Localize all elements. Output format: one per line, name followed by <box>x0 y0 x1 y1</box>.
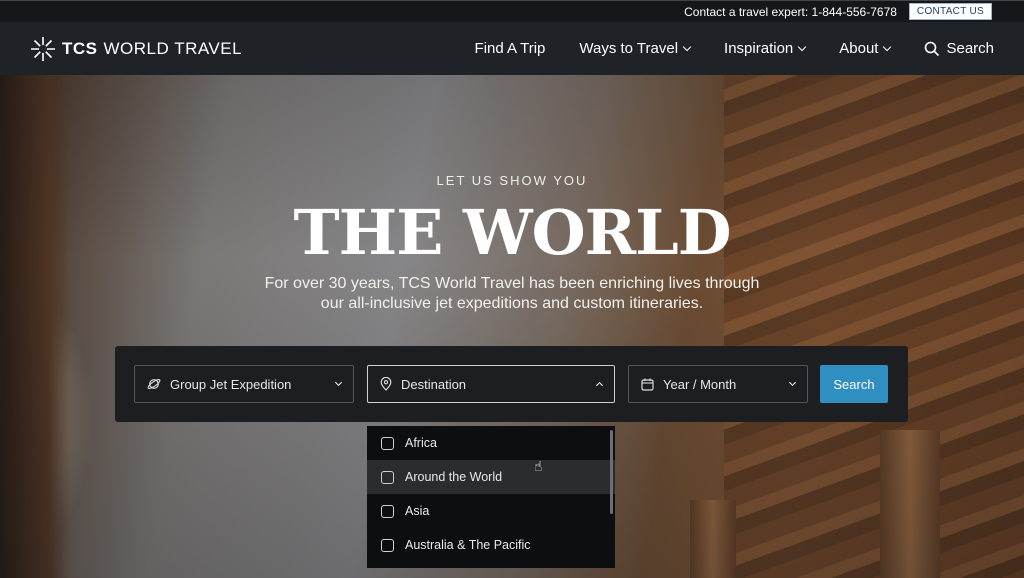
chevron-down-icon <box>883 42 892 52</box>
hero-headline: THE WORLD <box>293 196 731 269</box>
nav-item-find-a-trip[interactable]: Find A Trip <box>475 40 546 57</box>
trip-type-select[interactable]: Group Jet Expedition <box>134 365 354 403</box>
nav-item-ways-to-travel[interactable]: Ways to Travel <box>579 40 692 57</box>
nav-search-button[interactable]: Search <box>924 40 994 57</box>
option-label: Australia & The Pacific <box>405 538 531 552</box>
destination-option-africa[interactable]: Africa <box>367 426 615 460</box>
planet-icon <box>147 379 161 389</box>
nav-item-inspiration[interactable]: Inspiration <box>724 40 807 57</box>
destination-option-australia-pacific[interactable]: Australia & The Pacific <box>367 528 615 562</box>
nav-item-label: About <box>839 40 879 57</box>
chevron-down-icon <box>682 42 692 52</box>
nav-search-label: Search <box>946 40 994 57</box>
destination-select[interactable]: Destination <box>367 365 615 403</box>
logo-brand-strong: TCS <box>62 38 98 58</box>
chevron-up-icon <box>595 381 604 390</box>
option-label: Africa <box>405 436 437 450</box>
hand-cursor-icon: ☝ <box>534 458 543 474</box>
checkbox[interactable] <box>381 538 394 552</box>
checkbox[interactable] <box>381 504 394 518</box>
hero-eyebrow: LET US SHOW YOU <box>436 173 588 188</box>
date-value: Year / Month <box>663 376 737 392</box>
chevron-down-icon <box>788 378 797 387</box>
search-icon <box>925 41 940 56</box>
starburst-logo-icon <box>31 36 55 61</box>
site-logo[interactable]: TCS WORLD TRAVEL <box>30 36 242 62</box>
checkbox[interactable] <box>381 436 394 450</box>
date-select[interactable]: Year / Month <box>628 365 808 403</box>
contact-phone-text[interactable]: Contact a travel expert: 1-844-556-7678 <box>684 5 897 19</box>
nav-item-label: Ways to Travel <box>579 40 679 57</box>
chevron-down-icon <box>798 42 807 52</box>
trip-search-panel: Group Jet Expedition Destination Year / … <box>115 346 908 422</box>
map-pin-icon <box>380 377 392 391</box>
contact-bar: Contact a travel expert: 1-844-556-7678 … <box>0 0 1024 22</box>
chevron-down-icon <box>334 378 343 387</box>
nav-item-about[interactable]: About <box>839 40 892 57</box>
nav-item-label: Inspiration <box>724 40 794 57</box>
destination-option-asia[interactable]: Asia <box>367 494 615 528</box>
destination-option-around-the-world[interactable]: Around the World <box>367 460 615 494</box>
hero-subtext: For over 30 years, TCS World Travel has … <box>264 275 760 312</box>
option-label: Asia <box>405 504 430 518</box>
nav-links: Find A Trip Ways to Travel Inspiration A… <box>475 40 994 57</box>
trip-search-button[interactable]: Search <box>820 365 888 403</box>
nav-item-label: Find A Trip <box>474 40 546 57</box>
main-navigation: TCS WORLD TRAVEL Find A Trip Ways to Tra… <box>0 22 1024 75</box>
dropdown-scrollbar[interactable] <box>610 430 613 514</box>
destination-dropdown: Africa Around the World Asia Australia &… <box>367 426 615 568</box>
trip-type-value: Group Jet Expedition <box>170 376 292 392</box>
destination-placeholder: Destination <box>401 376 467 392</box>
option-label: Around the World <box>405 470 503 484</box>
calendar-icon <box>641 378 654 391</box>
checkbox[interactable] <box>381 470 394 484</box>
logo-brand-rest: WORLD TRAVEL <box>103 38 243 58</box>
contact-us-button[interactable]: CONTACT US <box>908 3 992 20</box>
